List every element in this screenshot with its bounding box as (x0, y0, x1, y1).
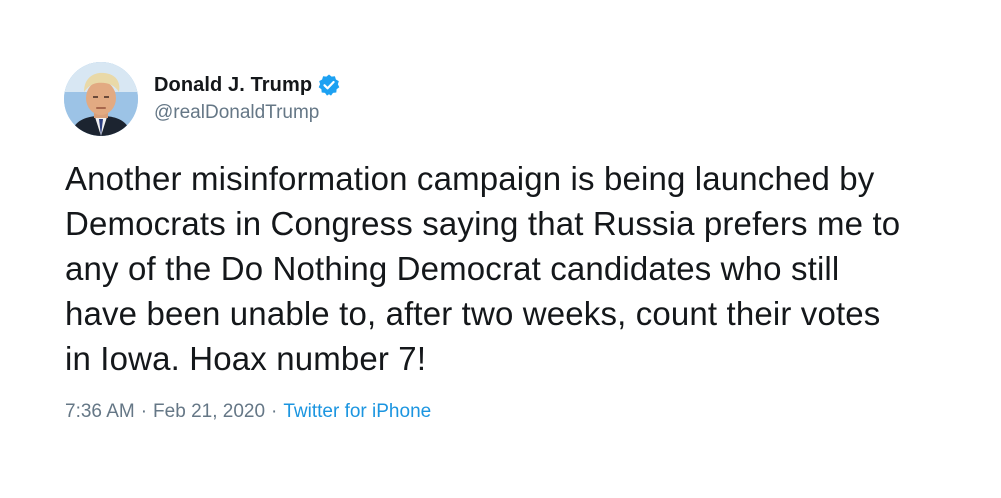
meta-separator: · (271, 401, 278, 422)
meta-separator: · (140, 401, 148, 422)
avatar-image (64, 62, 138, 136)
tweet-date[interactable]: Feb 21, 2020 (153, 401, 265, 423)
tweet-card: Donald J. Trump @realDonaldTrump Another… (0, 0, 1001, 498)
avatar[interactable] (64, 62, 138, 136)
tweet-text: Another misinformation campaign is being… (65, 160, 901, 377)
author-display-name[interactable]: Donald J. Trump (154, 74, 312, 97)
author-handle[interactable]: @realDonaldTrump (154, 102, 319, 124)
author-name-row: Donald J. Trump (154, 71, 341, 99)
tweet-time[interactable]: 7:36 AM (65, 401, 135, 423)
verified-badge-icon (317, 73, 341, 97)
tweet-source-link[interactable]: Twitter for iPhone (283, 401, 431, 423)
tweet-meta: 7:36 AM · Feb 21, 2020 · Twitter for iPh… (65, 401, 431, 423)
